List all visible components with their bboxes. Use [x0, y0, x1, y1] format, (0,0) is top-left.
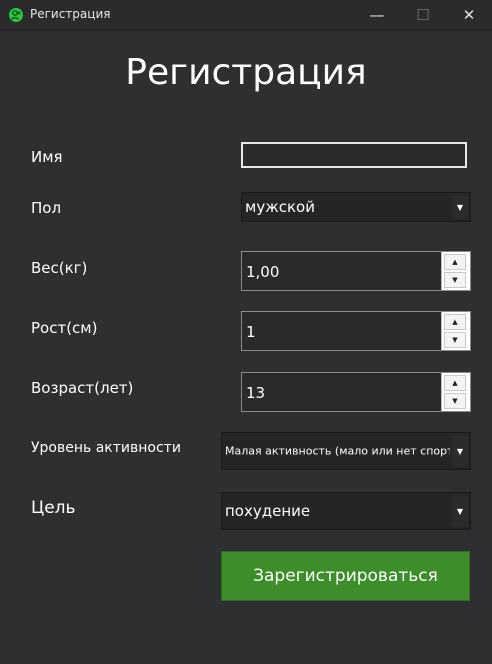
age-spinbox[interactable]: 13 ▲ ▼ — [241, 372, 471, 412]
gender-select[interactable]: мужской ▼ — [241, 192, 471, 222]
close-button[interactable]: ✕ — [446, 0, 492, 30]
user-add-icon — [9, 8, 23, 22]
goal-select-value: похудение — [225, 502, 311, 520]
height-label: Рост(см) — [31, 319, 98, 337]
age-decrement-button[interactable]: ▼ — [444, 393, 466, 409]
chevron-down-icon[interactable]: ▼ — [452, 495, 468, 527]
title-bar: Регистрация — ☐ ✕ — [0, 0, 492, 31]
age-value: 13 — [246, 384, 266, 402]
chevron-down-icon[interactable]: ▼ — [452, 435, 468, 467]
height-spin-buttons: ▲ ▼ — [441, 312, 470, 350]
weight-spin-buttons: ▲ ▼ — [441, 252, 470, 290]
weight-increment-button[interactable]: ▲ — [444, 254, 466, 270]
weight-value: 1,00 — [246, 263, 280, 281]
chevron-down-icon[interactable]: ▼ — [452, 195, 468, 219]
goal-label: Цель — [31, 498, 76, 518]
height-value: 1 — [246, 323, 256, 341]
age-spin-buttons: ▲ ▼ — [441, 373, 470, 411]
name-label: Имя — [31, 148, 63, 166]
maximize-button[interactable]: ☐ — [400, 0, 446, 30]
weight-spinbox[interactable]: 1,00 ▲ ▼ — [241, 251, 471, 291]
register-button[interactable]: Зарегистрироваться — [221, 551, 470, 601]
minimize-button[interactable]: — — [354, 0, 400, 30]
activity-label: Уровень активности — [31, 440, 181, 456]
page-title: Регистрация — [125, 52, 367, 93]
goal-select[interactable]: похудение ▼ — [221, 492, 471, 530]
activity-select[interactable]: Малая активность (мало или нет спорта ▼ — [221, 432, 471, 470]
height-increment-button[interactable]: ▲ — [444, 314, 466, 330]
age-increment-button[interactable]: ▲ — [444, 375, 466, 391]
weight-label: Вес(кг) — [31, 259, 88, 277]
height-decrement-button[interactable]: ▼ — [444, 332, 466, 348]
gender-label: Пол — [31, 199, 62, 217]
weight-decrement-button[interactable]: ▼ — [444, 272, 466, 288]
height-spinbox[interactable]: 1 ▲ ▼ — [241, 311, 471, 351]
name-input[interactable] — [241, 142, 467, 168]
gender-select-value: мужской — [245, 198, 315, 216]
registration-window: Регистрация — ☐ ✕ Регистрация Имя Пол му… — [0, 0, 492, 664]
age-label: Возраст(лет) — [31, 379, 134, 397]
activity-select-value: Малая активность (мало или нет спорта — [225, 444, 450, 458]
window-title: Регистрация — [30, 7, 111, 21]
